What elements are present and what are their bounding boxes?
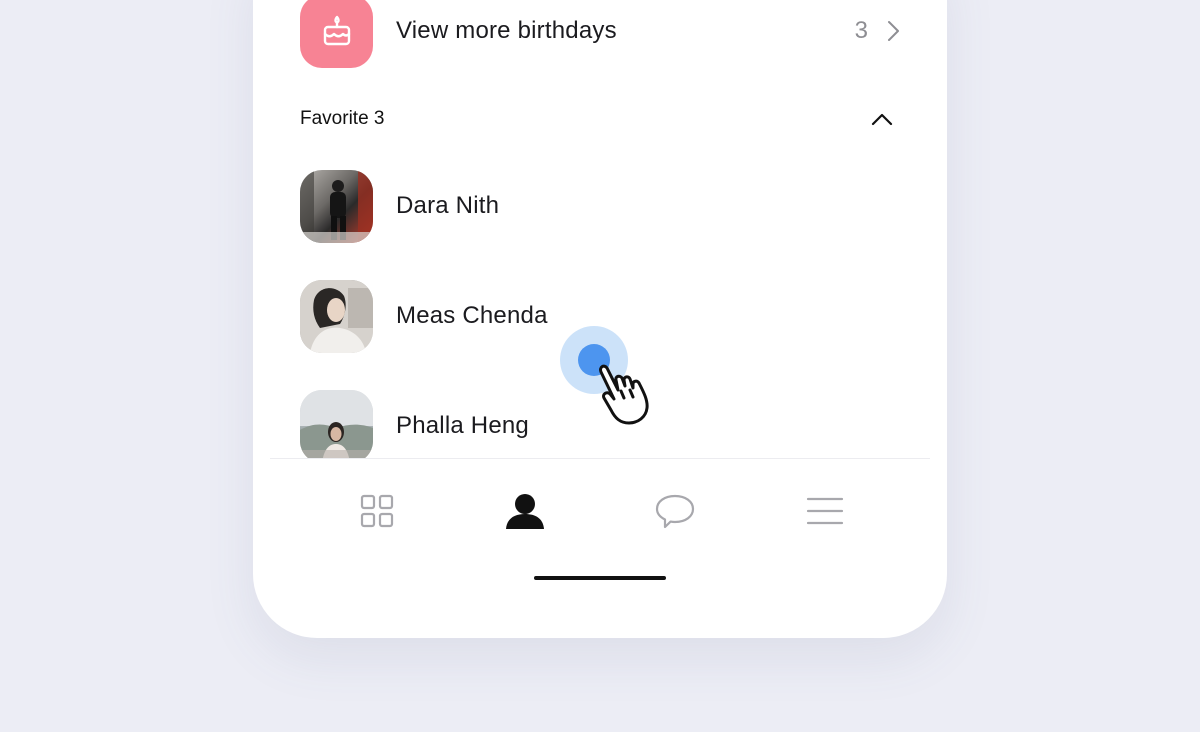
chat-bubble-icon: [655, 494, 695, 529]
bottom-tab-bar: [270, 458, 930, 558]
cake-icon: [300, 0, 373, 68]
tab-menu[interactable]: [803, 489, 847, 533]
contact-name: Meas Chenda: [396, 302, 548, 329]
avatar: [300, 389, 373, 458]
contact-name: Phalla Heng: [396, 412, 529, 439]
view-more-birthdays-label: View more birthdays: [396, 17, 617, 44]
hand-cursor-icon: [599, 364, 649, 425]
avatar: [300, 279, 373, 353]
tab-grid[interactable]: [355, 489, 399, 533]
home-indicator: [534, 576, 666, 580]
contact-row-dara-nith[interactable]: Dara Nith: [300, 169, 900, 243]
tab-chats[interactable]: [653, 489, 697, 533]
favorites-title: Favorite 3: [300, 108, 385, 129]
contact-name: Dara Nith: [396, 192, 500, 219]
chevron-right-icon: [888, 21, 899, 41]
favorites-section-header[interactable]: Favorite 3: [300, 104, 893, 134]
chevron-up-icon[interactable]: [871, 112, 893, 126]
tab-contacts[interactable]: [503, 489, 547, 533]
phone-screen: View more birthdays 3 Favorite 3 Dara Ni…: [253, 0, 947, 638]
birthday-count: 3: [854, 17, 868, 44]
view-more-birthdays-row[interactable]: View more birthdays 3: [300, 0, 900, 68]
person-icon: [506, 494, 544, 529]
menu-icon: [806, 497, 844, 525]
grid-icon: [360, 494, 394, 528]
avatar: [300, 169, 373, 243]
